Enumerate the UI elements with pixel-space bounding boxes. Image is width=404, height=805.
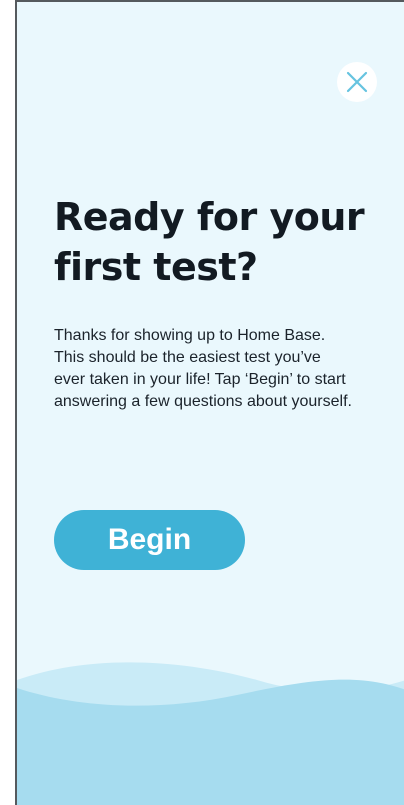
intro-text: Thanks for showing up to Home Base. This… (54, 327, 352, 410)
wave-decoration (17, 662, 404, 805)
begin-button[interactable]: Begin (54, 510, 245, 570)
page-title: Ready for your first test? (54, 195, 365, 289)
close-button[interactable] (337, 62, 377, 102)
close-icon (346, 71, 368, 93)
onboarding-screen: Ready for your first test? Thanks for sh… (15, 0, 404, 805)
left-margin (0, 0, 15, 805)
